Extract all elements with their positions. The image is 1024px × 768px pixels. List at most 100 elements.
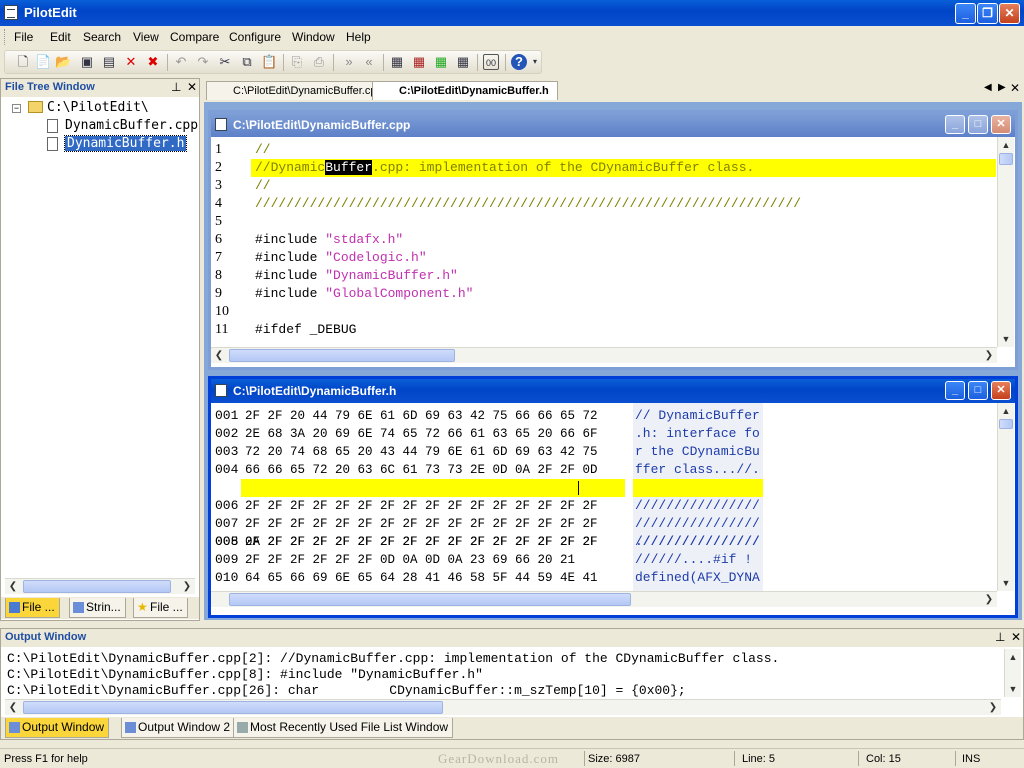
open-folder-icon[interactable]: 📂 [55, 54, 71, 70]
hex-mode-icon[interactable]: 00 [483, 54, 499, 70]
save-all-icon[interactable]: ▤ [101, 54, 117, 70]
copy-icon[interactable]: ⧉ [239, 54, 255, 70]
hex-view[interactable]: 001 2F 2F 20 44 79 6E 61 6D 69 63 42 75 6… [211, 403, 996, 591]
tab-output-window-2[interactable]: Output Window 2 [121, 718, 236, 738]
hex-vscroll[interactable]: ▲ ▼ [997, 403, 1014, 591]
tab-dynamicbuffer-cpp[interactable]: C:\PilotEdit\DynamicBuffer.cpp [206, 81, 392, 100]
tab-close-icon[interactable]: ✕ [1010, 81, 1020, 95]
tree-root[interactable]: C:\PilotEdit\ [47, 100, 149, 115]
tab-mru-files[interactable]: Most Recently Used File List Window [233, 718, 454, 738]
close-icon[interactable]: ✕ [123, 54, 139, 70]
menu-compare[interactable]: Compare [170, 30, 219, 44]
tab-output-window[interactable]: Output Window [5, 718, 110, 738]
save-icon[interactable]: ▣ [79, 54, 95, 70]
scroll-thumb[interactable] [23, 701, 443, 714]
minimize-button[interactable]: _ [945, 115, 965, 134]
hex-row-highlighted: 005 0A 2F 2F 2F 2F 2F 2F 2F 2F 2F 2F 2F 2… [211, 479, 996, 549]
tab-favorites[interactable]: ★ File ... [133, 598, 188, 618]
menu-window[interactable]: Window [292, 30, 335, 44]
tab-scroll-left-icon[interactable]: ◀ [984, 82, 992, 93]
scroll-down-icon[interactable]: ▼ [1005, 681, 1021, 697]
menu-view[interactable]: View [133, 30, 159, 44]
document-icon [215, 118, 227, 131]
tab-strings[interactable]: Strin... [69, 598, 126, 618]
pin-icon[interactable]: ⊥ [995, 630, 1005, 644]
open-file-icon[interactable]: 📄 [35, 54, 51, 70]
close-button[interactable]: ✕ [991, 115, 1011, 134]
file-tree-hscroll[interactable]: ❮ ❯ [5, 578, 195, 594]
scroll-up-icon[interactable]: ▲ [998, 403, 1014, 419]
tools-4-icon[interactable]: ▦ [455, 54, 471, 70]
cpp-hscroll[interactable]: ❮ ❯ [211, 347, 997, 363]
hex-row: 008 2F 2F 2F 2F 2F 2F 2F 2F 2F 2F 2F 2F 2… [215, 534, 760, 549]
tab-scroll-right-icon[interactable]: ▶ [998, 82, 1006, 93]
restore-button[interactable]: ❐ [977, 3, 998, 24]
h-window-title: C:\PilotEdit\DynamicBuffer.h [233, 384, 397, 398]
menu-file[interactable]: File [14, 30, 33, 44]
scroll-right-icon[interactable]: ❯ [985, 700, 1001, 715]
help-icon[interactable]: ? [511, 54, 527, 70]
cpp-window-titlebar: C:\PilotEdit\DynamicBuffer.cpp _ □ ✕ [211, 113, 1015, 137]
scroll-right-icon[interactable]: ❯ [981, 592, 997, 607]
output-panel: Output Window ⊥ ✕ C:\PilotEdit\DynamicBu… [0, 628, 1024, 740]
paste-icon[interactable]: 📋 [261, 54, 277, 70]
pin-icon[interactable]: ⊥ [171, 80, 181, 94]
menu-search[interactable]: Search [83, 30, 121, 44]
scroll-thumb[interactable] [23, 580, 171, 593]
scroll-left-icon[interactable]: ❮ [5, 700, 21, 715]
maximize-button[interactable]: □ [968, 381, 988, 400]
output-line[interactable]: C:\PilotEdit\DynamicBuffer.cpp[26]: char… [7, 683, 686, 698]
tools-3-icon[interactable]: ▦ [433, 54, 449, 70]
minimize-button[interactable]: _ [955, 3, 976, 24]
scroll-thumb[interactable] [999, 419, 1013, 429]
find-icon[interactable]: ⎘ [289, 54, 305, 70]
scroll-thumb[interactable] [229, 593, 631, 606]
scroll-up-icon[interactable]: ▲ [1005, 649, 1021, 665]
toolbar-overflow-icon[interactable]: ▾ [531, 54, 539, 70]
find-in-files-icon[interactable]: ⎙ [311, 54, 327, 70]
collapse-icon[interactable]: − [12, 104, 21, 113]
tree-file-cpp[interactable]: DynamicBuffer.cpp [65, 118, 198, 133]
cpp-code-area[interactable]: 1// 2//DynamicBuffer.cpp: implementation… [211, 137, 996, 347]
menu-configure[interactable]: Configure [229, 30, 281, 44]
cpp-editor-window: C:\PilotEdit\DynamicBuffer.cpp _ □ ✕ 1//… [208, 110, 1018, 370]
hex-row: 009 2F 2F 2F 2F 2F 2F 0D 0A 0D 0A 23 69 6… [215, 552, 753, 567]
menu-edit[interactable]: Edit [50, 30, 71, 44]
close-icon[interactable]: ✕ [187, 80, 197, 94]
status-size: Size: 6987 [588, 753, 640, 765]
close-icon[interactable]: ✕ [1011, 630, 1021, 644]
next-icon[interactable]: » [341, 54, 357, 70]
tab-file-tree[interactable]: File ... [5, 598, 60, 618]
new-file-icon[interactable]: 🗋 [15, 54, 31, 70]
scroll-down-icon[interactable]: ▼ [998, 331, 1014, 347]
cut-icon[interactable]: ✂ [217, 54, 233, 70]
close-button[interactable]: ✕ [991, 381, 1011, 400]
redo-icon[interactable]: ↷ [195, 54, 211, 70]
tree-file-h[interactable]: DynamicBuffer.h [63, 135, 188, 152]
cpp-vscroll[interactable]: ▲ ▼ [997, 137, 1014, 347]
scroll-down-icon[interactable]: ▼ [998, 575, 1014, 591]
previous-icon[interactable]: « [361, 54, 377, 70]
scroll-right-icon[interactable]: ❯ [179, 579, 195, 594]
code-line: 6 #include "stdafx.h" [215, 232, 404, 247]
scroll-up-icon[interactable]: ▲ [998, 137, 1014, 153]
output-line[interactable]: C:\PilotEdit\DynamicBuffer.cpp[8]: #incl… [7, 667, 483, 682]
menu-help[interactable]: Help [346, 30, 371, 44]
scroll-thumb[interactable] [999, 153, 1013, 165]
close-all-icon[interactable]: ✖ [145, 54, 161, 70]
output-hscroll[interactable]: ❮ ❯ [5, 699, 1001, 715]
output-line[interactable]: C:\PilotEdit\DynamicBuffer.cpp[2]: //Dyn… [7, 651, 779, 666]
undo-icon[interactable]: ↶ [173, 54, 189, 70]
hex-hscroll[interactable]: ❯ [211, 591, 997, 607]
tab-dynamicbuffer-h[interactable]: C:\PilotEdit\DynamicBuffer.h [372, 81, 558, 100]
maximize-button[interactable]: □ [968, 115, 988, 134]
scroll-right-icon[interactable]: ❯ [981, 348, 997, 363]
scroll-left-icon[interactable]: ❮ [5, 579, 21, 594]
output-vscroll[interactable]: ▲ ▼ [1004, 649, 1021, 697]
scroll-thumb[interactable] [229, 349, 455, 362]
close-button[interactable]: ✕ [999, 3, 1020, 24]
tools-1-icon[interactable]: ▦ [389, 54, 405, 70]
scroll-left-icon[interactable]: ❮ [211, 348, 227, 363]
tools-2-icon[interactable]: ▦ [411, 54, 427, 70]
minimize-button[interactable]: _ [945, 381, 965, 400]
